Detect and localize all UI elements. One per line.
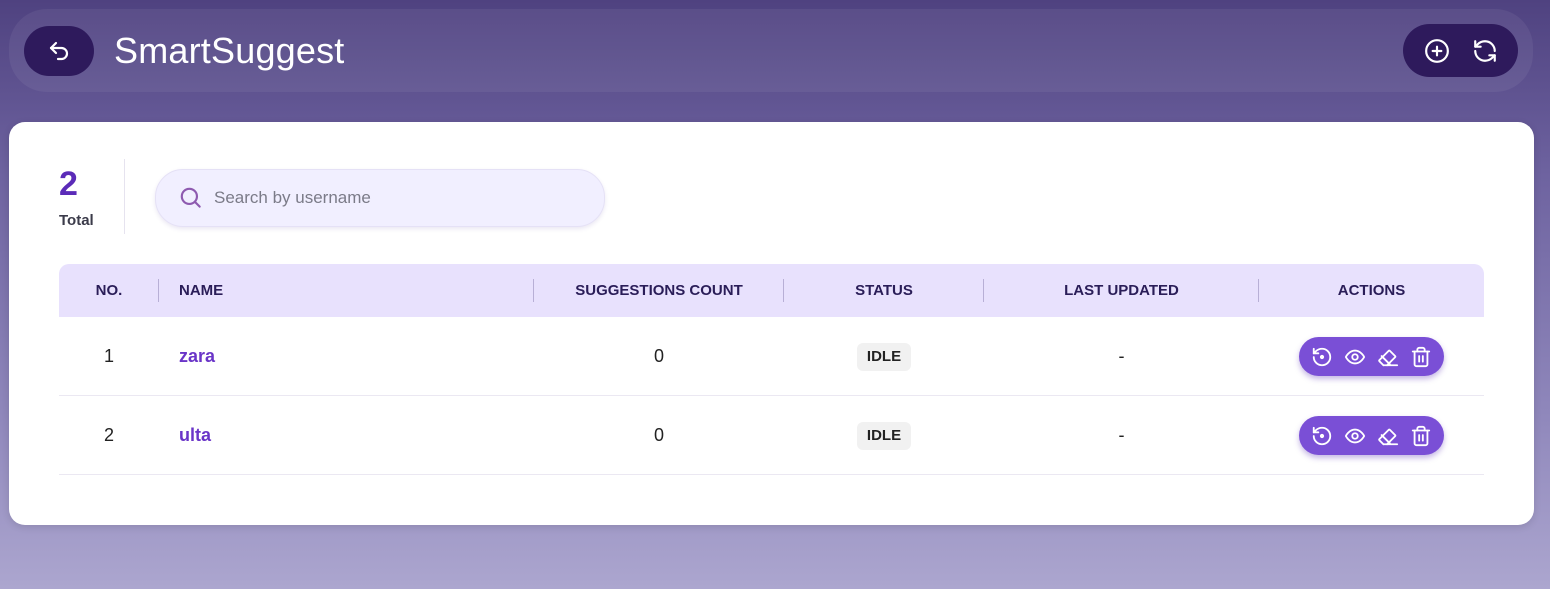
reset-icon — [1312, 426, 1332, 445]
search-input[interactable] — [214, 170, 584, 226]
plus-circle-icon — [1424, 38, 1449, 63]
table-header: NO. NAME SUGGESTIONS COUNT STATUS LAST U… — [59, 264, 1484, 317]
users-table: NO. NAME SUGGESTIONS COUNT STATUS LAST U… — [59, 264, 1484, 475]
eye-icon — [1344, 428, 1366, 443]
row-number: 2 — [103, 425, 114, 445]
table-row: 2 ulta 0 IDLE - — [59, 396, 1484, 475]
column-header-last-updated[interactable]: LAST UPDATED — [984, 264, 1259, 317]
delete-button[interactable] — [1410, 425, 1432, 447]
column-header-actions: ACTIONS — [1337, 282, 1406, 299]
row-actions — [1299, 337, 1444, 376]
status-badge: IDLE — [856, 422, 912, 451]
eraser-icon — [1378, 428, 1399, 445]
search-box — [155, 169, 605, 227]
trash-icon — [1411, 425, 1431, 446]
view-button[interactable] — [1344, 346, 1366, 368]
total-label: Total — [59, 212, 94, 229]
column-header-suggestions-count[interactable]: SUGGESTIONS COUNT — [534, 264, 784, 317]
column-header-status[interactable]: STATUS — [784, 264, 984, 317]
undo-arrow-icon — [49, 41, 69, 61]
row-last-updated: - — [1118, 425, 1125, 445]
search-icon — [180, 187, 201, 208]
refresh-icon — [1473, 39, 1496, 62]
total-count: 2 — [59, 165, 78, 203]
clear-button[interactable] — [1377, 425, 1399, 447]
clear-button[interactable] — [1377, 346, 1399, 368]
eye-icon — [1344, 349, 1366, 364]
app-title: SmartSuggest — [114, 30, 345, 71]
view-button[interactable] — [1344, 425, 1366, 447]
row-actions — [1299, 416, 1444, 455]
row-suggestions-count: 0 — [653, 425, 664, 445]
row-name[interactable]: zara — [179, 317, 479, 395]
header-toolbar — [1403, 24, 1518, 77]
divider — [124, 159, 125, 234]
status-badge: IDLE — [856, 343, 912, 372]
table-row: 1 zara 0 IDLE - — [59, 317, 1484, 396]
row-last-updated: - — [1118, 346, 1125, 366]
row-number: 1 — [103, 346, 114, 366]
column-header-name[interactable]: NAME — [179, 264, 379, 317]
app-header: SmartSuggest — [9, 9, 1533, 92]
reset-button[interactable] — [1311, 425, 1333, 447]
refresh-button[interactable] — [1472, 38, 1498, 64]
reset-icon — [1312, 347, 1332, 366]
row-status-cell: IDLE — [784, 396, 984, 474]
column-header-no[interactable]: NO. — [59, 264, 159, 317]
eraser-icon — [1378, 349, 1399, 366]
delete-button[interactable] — [1410, 346, 1432, 368]
column-separator — [158, 279, 159, 302]
total-summary: 2 Total — [59, 164, 119, 229]
row-suggestions-count: 0 — [653, 346, 664, 366]
row-name[interactable]: ulta — [179, 396, 479, 474]
trash-icon — [1411, 346, 1431, 367]
back-button[interactable] — [24, 26, 94, 76]
add-button[interactable] — [1424, 38, 1450, 64]
row-status-cell: IDLE — [784, 317, 984, 395]
reset-button[interactable] — [1311, 346, 1333, 368]
content-card: 2 Total NO. NAME SUGGESTIONS COUNT STATU… — [9, 122, 1534, 525]
